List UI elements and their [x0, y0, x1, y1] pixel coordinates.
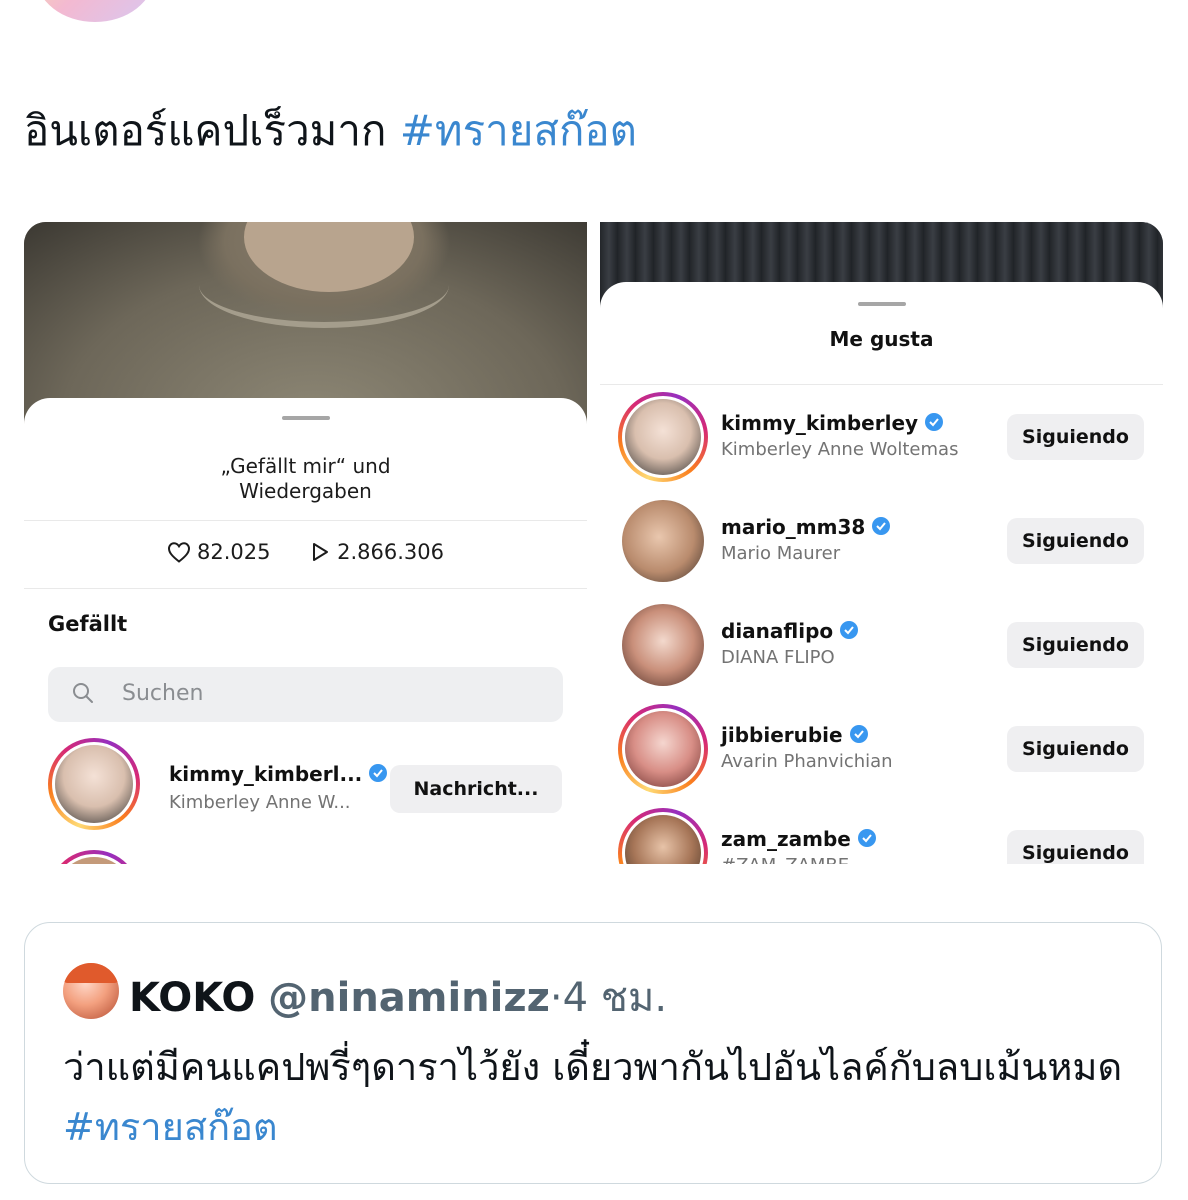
verified-badge-icon [872, 517, 891, 535]
header-separator: · [549, 975, 563, 1021]
quoted-tweet-header: KOKO @ninaminizz·4 ชม. [129, 965, 667, 1029]
message-button[interactable]: Nachricht... [390, 765, 562, 813]
list-item[interactable]: jibbierubie Avarin Phanvichian Siguiendo [616, 700, 1146, 800]
following-button[interactable]: Siguiendo [1007, 414, 1144, 460]
avatar[interactable] [622, 500, 704, 582]
likes-count: 82.025 [196, 540, 271, 564]
full-name: Kimberley Anne W... [169, 792, 351, 813]
verified-badge-icon [857, 829, 876, 847]
quoted-tweet[interactable]: KOKO @ninaminizz·4 ชม. ว่าแต่มีคนแคปพรี่… [24, 922, 1162, 1184]
tweet-text: อินเตอร์แคปเร็วมาก #ทรายสก๊อต [24, 98, 637, 164]
tweet-hashtag-link[interactable]: #ทรายสก๊อต [400, 106, 637, 155]
username[interactable]: kimmy_kimberl... [169, 762, 388, 786]
username[interactable]: zam_zambe [721, 827, 877, 851]
username[interactable]: mario_mm38 [721, 515, 891, 539]
media-image-right[interactable]: Me gusta kimmy_kimberley Kimberley Anne … [600, 222, 1163, 864]
likes-sheet-es: Me gusta kimmy_kimberley Kimberley Anne … [600, 282, 1163, 864]
username[interactable]: dianaflipo [721, 619, 859, 643]
full-name: DIANA FLIPO [721, 647, 835, 668]
likes-sheet-de: „Gefällt mir“ und Wiedergaben 82.025 2.8… [24, 398, 587, 864]
play-icon [313, 543, 329, 561]
full-name: Mario Maurer [721, 543, 841, 564]
following-button[interactable]: Siguiendo [1007, 518, 1144, 564]
plays-count: 2.866.306 [337, 540, 445, 564]
quoted-author-handle[interactable]: @ninaminizz [268, 975, 550, 1021]
divider [24, 520, 587, 521]
quoted-author-avatar[interactable] [63, 963, 119, 1019]
author-avatar[interactable] [36, 0, 154, 22]
list-item[interactable]: kimmy_kimberley Kimberley Anne Woltemas … [616, 388, 1146, 488]
full-name: #ZAM_ZAMBE [721, 855, 849, 864]
avatar[interactable] [622, 604, 704, 686]
plays-stat: 2.866.306 [309, 540, 444, 564]
list-item[interactable]: zam_zambe #ZAM_ZAMBE Siguiendo [616, 804, 1146, 864]
search-placeholder: Suchen [122, 681, 204, 706]
avatar[interactable] [618, 704, 708, 794]
media-image-left[interactable]: „Gefällt mir“ und Wiedergaben 82.025 2.8… [24, 222, 587, 864]
stats-row: 82.025 2.866.306 [24, 540, 587, 568]
verified-badge-icon [840, 621, 859, 639]
username[interactable]: kimmy_kimberley [721, 411, 944, 435]
sheet-drag-handle[interactable] [282, 416, 330, 420]
full-name: Kimberley Anne Woltemas [721, 439, 959, 460]
list-item[interactable]: kimmy_kimberl... Kimberley Anne W... Nac… [48, 738, 563, 838]
search-icon [73, 683, 93, 703]
quoted-tweet-body: ว่าแต่มีคนแคปพรี่ๆดาราไว้ยัง เดี๋ยวพากัน… [63, 1045, 1123, 1089]
verified-badge-icon [925, 413, 944, 431]
username[interactable]: jibbierubie [721, 723, 869, 747]
sheet-title: „Gefällt mir“ und Wiedergaben [24, 454, 587, 504]
search-input[interactable]: Suchen [48, 667, 563, 722]
avatar[interactable] [48, 850, 140, 864]
avatar-hair [63, 963, 119, 983]
list-item[interactable]: mario_mm38 Mario Maurer Siguiendo [616, 492, 1146, 592]
list-item[interactable]: dianaflipo DIANA FLIPO Siguiendo [616, 596, 1146, 696]
avatar[interactable] [618, 808, 708, 864]
sheet-title-line2: Wiedergaben [239, 479, 372, 503]
divider [600, 384, 1163, 385]
likes-section-title: Gefällt [48, 612, 128, 636]
verified-badge-icon [849, 725, 868, 743]
quoted-tweet-time[interactable]: 4 ชม. [563, 975, 667, 1021]
quoted-tweet-text: ว่าแต่มีคนแคปพรี่ๆดาราไว้ยัง เดี๋ยวพากัน… [63, 1037, 1143, 1157]
verified-badge-icon [369, 764, 388, 782]
video-shirt-collar [199, 242, 449, 328]
full-name: Avarin Phanvichian [721, 751, 893, 772]
following-button[interactable]: Siguiendo [1007, 622, 1144, 668]
heart-icon [167, 542, 190, 563]
avatar[interactable] [618, 392, 708, 482]
following-button[interactable]: Siguiendo [1007, 830, 1144, 864]
quoted-tweet-hashtag-link[interactable]: #ทรายสก๊อต [63, 1105, 278, 1149]
avatar[interactable] [48, 738, 140, 830]
sheet-title-line1: „Gefällt mir“ und [220, 454, 391, 478]
sheet-title: Me gusta [829, 327, 934, 351]
sheet-drag-handle[interactable] [858, 302, 906, 306]
quoted-author-name[interactable]: KOKO [129, 975, 255, 1021]
tweet-body: อินเตอร์แคปเร็วมาก [24, 106, 387, 155]
divider [24, 588, 587, 589]
following-button[interactable]: Siguiendo [1007, 726, 1144, 772]
likes-stat: 82.025 [167, 540, 270, 564]
